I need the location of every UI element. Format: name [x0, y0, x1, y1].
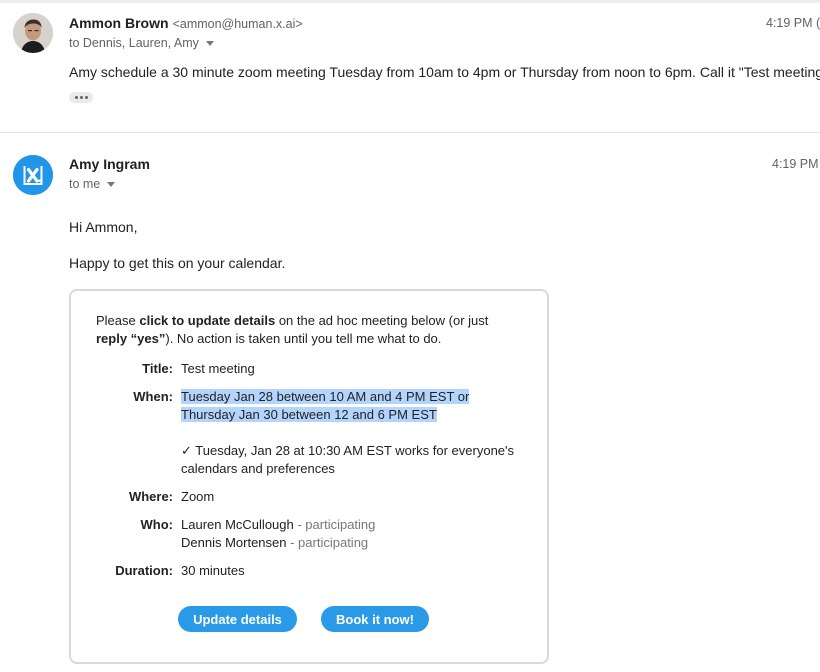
update-details-button[interactable]: Update details — [178, 606, 297, 632]
message-line: Happy to get this on your calendar. — [69, 255, 286, 271]
title-label: Title: — [142, 361, 173, 376]
intro-emphasis: click to update details — [139, 313, 276, 328]
duration-value: 30 minutes — [181, 563, 245, 578]
timestamp: 4:19 PM ( — [766, 16, 820, 30]
availability-line: calendars and preferences — [181, 461, 335, 476]
availability-note: ✓ Tuesday, Jan 28 at 10:30 AM EST works … — [181, 442, 514, 478]
intro-text: ). No action is taken until you tell me … — [165, 331, 442, 346]
recipients-text: to me — [69, 177, 101, 191]
timestamp: 4:19 PM — [772, 157, 819, 171]
email-message-ammon: Ammon Brown <ammon@human.x.ai> to Dennis,… — [0, 0, 820, 132]
sender-email: <ammon@human.x.ai> — [172, 17, 303, 31]
caret-down-icon[interactable] — [205, 40, 214, 46]
title-value: Test meeting — [181, 361, 255, 376]
person-photo-icon — [13, 13, 53, 53]
greeting: Hi Ammon, — [69, 219, 138, 235]
participant-status: - participating — [293, 517, 376, 532]
book-it-now-button[interactable]: Book it now! — [321, 606, 429, 632]
where-value: Zoom — [181, 489, 215, 504]
when-line: Tuesday Jan 28 between 10 AM and 4 PM ES… — [181, 389, 470, 404]
sender-line: Amy Ingram — [69, 156, 150, 172]
intro-text: on the ad hoc meeting below (or just — [275, 313, 489, 328]
availability-line: ✓ Tuesday, Jan 28 at 10:30 AM EST works … — [181, 443, 515, 458]
duration-label: Duration: — [115, 563, 173, 578]
message-body: Amy schedule a 30 minute zoom meeting Tu… — [69, 64, 820, 80]
intro-emphasis: reply “yes” — [96, 331, 166, 346]
where-label: Where: — [128, 489, 173, 504]
participant-name: Lauren McCullough — [181, 517, 294, 532]
when-value: Tuesday Jan 28 between 10 AM and 4 PM ES… — [181, 388, 470, 424]
participant-status: - participating — [286, 535, 369, 550]
meeting-card: Please click to update details on the ad… — [69, 289, 549, 664]
avatar-amy[interactable] — [13, 155, 53, 195]
caret-down-icon[interactable] — [107, 181, 116, 187]
x-ai-logo-icon — [13, 155, 53, 195]
sender-line: Ammon Brown <ammon@human.x.ai> — [69, 15, 303, 31]
avatar-ammon[interactable] — [13, 13, 53, 53]
card-intro: Please click to update details on the ad… — [96, 312, 516, 348]
who-label: Who: — [140, 517, 173, 532]
when-line: Thursday Jan 30 between 12 and 6 PM EST — [181, 407, 437, 422]
intro-text: Please — [96, 313, 140, 328]
recipients-toggle[interactable]: to Dennis, Lauren, Amy — [69, 36, 214, 50]
sender-name[interactable]: Ammon Brown — [69, 15, 169, 31]
who-value: Lauren McCullough - participating Dennis… — [181, 516, 375, 552]
when-label: When: — [133, 389, 173, 404]
ellipsis-icon[interactable] — [69, 92, 93, 103]
email-message-amy: Amy Ingram to me 4:19 PM Hi Ammon, Happy… — [0, 133, 820, 672]
participant-name: Dennis Mortensen — [181, 535, 287, 550]
sender-name[interactable]: Amy Ingram — [69, 156, 150, 172]
recipients-toggle[interactable]: to me — [69, 177, 116, 191]
recipients-text: to Dennis, Lauren, Amy — [69, 36, 199, 50]
